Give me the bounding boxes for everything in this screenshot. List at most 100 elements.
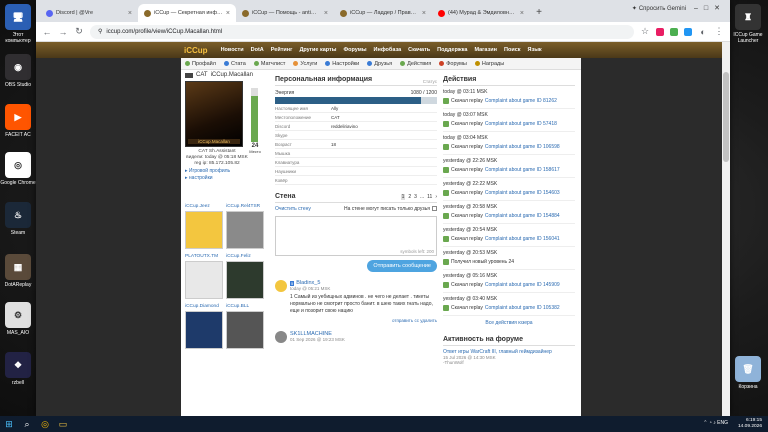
desktop-icon[interactable]: ❖ rzbell <box>0 352 36 386</box>
friend-avatar[interactable] <box>185 211 223 249</box>
site-info-icon[interactable]: ⚲ <box>98 28 102 35</box>
browser-tab[interactable]: Discord | @Vre × <box>40 4 138 22</box>
action-link[interactable]: Complaint about game ID 106598 <box>485 144 560 150</box>
desktop-icon[interactable]: ◎ Google Chrome <box>0 152 36 186</box>
profile-subnav-item[interactable]: Форумы <box>439 61 467 67</box>
profile-subnav-item[interactable]: Услуги <box>293 61 317 67</box>
tab-close-icon[interactable]: × <box>422 10 426 17</box>
friend-card[interactable]: iCCup.Feliz <box>226 254 266 299</box>
action-link[interactable]: Complaint about game ID 154884 <box>485 213 560 219</box>
friend-name[interactable]: iCCup.Jeez <box>185 204 225 211</box>
profile-link[interactable]: ▸ настройки <box>185 175 273 182</box>
extension-icon[interactable] <box>656 27 664 36</box>
friend-card[interactable]: iCCup.Rel4TSR <box>226 204 266 249</box>
clock[interactable]: 6:19:15 14.09.2026 <box>738 418 762 430</box>
profile-subnav-item[interactable]: Профайл <box>185 61 216 67</box>
friend-avatar[interactable] <box>185 311 223 349</box>
desktop-icon[interactable]: ♨ Steam <box>0 202 36 236</box>
friend-avatar[interactable] <box>226 261 264 299</box>
wall-page-link[interactable]: 3 <box>414 194 417 200</box>
friend-card[interactable]: iCCup.Jeez <box>185 204 225 249</box>
all-actions-link[interactable]: Все действия юзера <box>443 320 575 326</box>
wall-page-link[interactable]: ... <box>420 194 424 200</box>
window-controls[interactable]: –□✕ <box>694 4 726 12</box>
site-nav-item[interactable]: Поддержка <box>437 47 467 53</box>
action-link[interactable]: Complaint about game ID 145909 <box>485 282 560 288</box>
gemini-button[interactable]: ✦ Спросить Gemini <box>632 5 686 13</box>
browser-tab[interactable]: (44) Мурад & Эмдиловна - Фол× <box>432 4 530 22</box>
tab-close-icon[interactable]: × <box>520 10 524 17</box>
action-link[interactable]: Complaint about game ID 105382 <box>485 305 560 311</box>
page-scrollbar[interactable] <box>722 42 730 416</box>
friend-name[interactable]: iCCup.BLL <box>226 304 266 311</box>
browser-tab[interactable]: iCCup — Ладдер / Правила ма× <box>334 4 432 22</box>
search-icon[interactable]: ⌕ <box>21 418 33 430</box>
extension-icon[interactable] <box>670 27 678 36</box>
system-tray[interactable]: ⌃ ◔ ♪ ENG <box>703 420 728 426</box>
send-message-button[interactable]: Отправить сообщение <box>367 260 437 272</box>
desktop-icon[interactable]: 🖥 Этот компьютер <box>0 4 36 44</box>
friend-avatar[interactable] <box>226 311 264 349</box>
friend-card[interactable]: iCCup.BLL <box>226 304 266 349</box>
profile-subnav-item[interactable]: Настройки <box>325 61 359 67</box>
windows-start-icon[interactable]: ⊞ <box>3 418 15 430</box>
action-link[interactable]: Complaint about game ID 81262 <box>485 98 557 104</box>
browser-tab[interactable]: iCCup — Секретная информац× <box>138 4 236 22</box>
new-tab-button[interactable]: + <box>532 6 546 20</box>
lang-indicator[interactable]: ENG <box>717 420 728 426</box>
site-nav-item[interactable]: Форумы <box>343 47 366 53</box>
wall-page-link[interactable]: 1 <box>400 193 406 200</box>
action-link[interactable]: Complaint about game ID 158617 <box>485 167 560 173</box>
desktop-icon[interactable]: ♜ ICCup Game Launcher <box>730 4 766 44</box>
friends-only-option[interactable]: На стене могут писать только друзья <box>344 206 437 212</box>
extension-icon[interactable] <box>684 27 692 36</box>
friend-name[interactable]: iCCup.Diamond <box>185 304 225 311</box>
profile-subnav-item[interactable]: Матчлист <box>253 61 285 67</box>
wall-page-link[interactable]: › <box>435 194 437 200</box>
forum-post[interactable]: Ответ игры WarCraft III, главный геймдиз… <box>443 349 575 365</box>
profile-subnav-item[interactable]: Награды <box>474 61 504 67</box>
action-link[interactable]: Complaint about game ID 57418 <box>485 121 557 127</box>
site-nav-item[interactable]: Новости <box>221 47 244 53</box>
desktop-icon[interactable]: ▶ FACEIT AC <box>0 104 36 138</box>
site-nav-item[interactable]: Рейтинг <box>271 47 293 53</box>
friend-avatar[interactable] <box>226 211 264 249</box>
chrome-taskbar-icon[interactable]: ◎ <box>39 418 51 430</box>
friend-name[interactable]: PLATOUTX.TM <box>185 254 225 261</box>
wall-page-link[interactable]: 2 <box>408 194 411 200</box>
scrollbar-thumb[interactable] <box>723 72 729 162</box>
profile-link[interactable]: ▸ Игровой профиль <box>185 168 273 175</box>
friend-name[interactable]: iCCup.Rel4TSR <box>226 204 266 211</box>
site-nav-item[interactable]: Магазин <box>474 47 497 53</box>
post-actions[interactable]: отправить сс удалить <box>290 318 437 323</box>
site-nav-item[interactable]: Скачать <box>408 47 430 53</box>
tab-close-icon[interactable]: × <box>226 10 230 17</box>
site-nav-item[interactable]: Язык <box>528 47 542 53</box>
back-icon[interactable]: ← <box>42 27 52 37</box>
browser-tab[interactable]: iCCup — Помощь - antimag × <box>236 4 334 22</box>
post-avatar[interactable] <box>275 280 287 292</box>
profile-subnav-item[interactable]: Действия <box>400 61 431 67</box>
profile-subnav-item[interactable]: Стата <box>223 61 246 67</box>
clear-wall-link[interactable]: Очистить стену <box>275 206 311 212</box>
desktop-icon[interactable]: ▦ DotAReplay <box>0 254 36 288</box>
wall-page-link[interactable]: 11 <box>427 194 432 200</box>
friend-name[interactable]: iCCup.Feliz <box>226 254 266 261</box>
friend-avatar[interactable] <box>185 261 223 299</box>
action-link[interactable]: Complaint about game ID 154603 <box>485 190 560 196</box>
file-explorer-icon[interactable]: ▭ <box>57 418 69 430</box>
wall-message-input[interactable]: symbols left: 200 <box>275 216 437 256</box>
tab-close-icon[interactable]: × <box>128 10 132 17</box>
desktop-icon[interactable]: 🗑 Корзина <box>730 356 766 390</box>
friend-card[interactable]: iCCup.Diamond <box>185 304 225 349</box>
desktop-icon[interactable]: ◉ OBS Studio <box>0 54 36 88</box>
friend-card[interactable]: PLATOUTX.TM <box>185 254 225 299</box>
menu-icon[interactable]: ⋮ <box>714 26 724 37</box>
profile-avatar-icon[interactable]: ◐ <box>698 27 708 37</box>
url-input[interactable]: ⚲ iccup.com/profile/view/iCCup.Macallan.… <box>90 24 634 39</box>
action-link[interactable]: Complaint about game ID 156041 <box>485 236 560 242</box>
site-nav-item[interactable]: DotA <box>251 47 264 53</box>
site-nav-item[interactable]: Поиск <box>504 47 521 53</box>
site-logo[interactable]: iCCup <box>184 46 208 55</box>
desktop-icon[interactable]: ⚙ MAS_AIO <box>0 302 36 336</box>
